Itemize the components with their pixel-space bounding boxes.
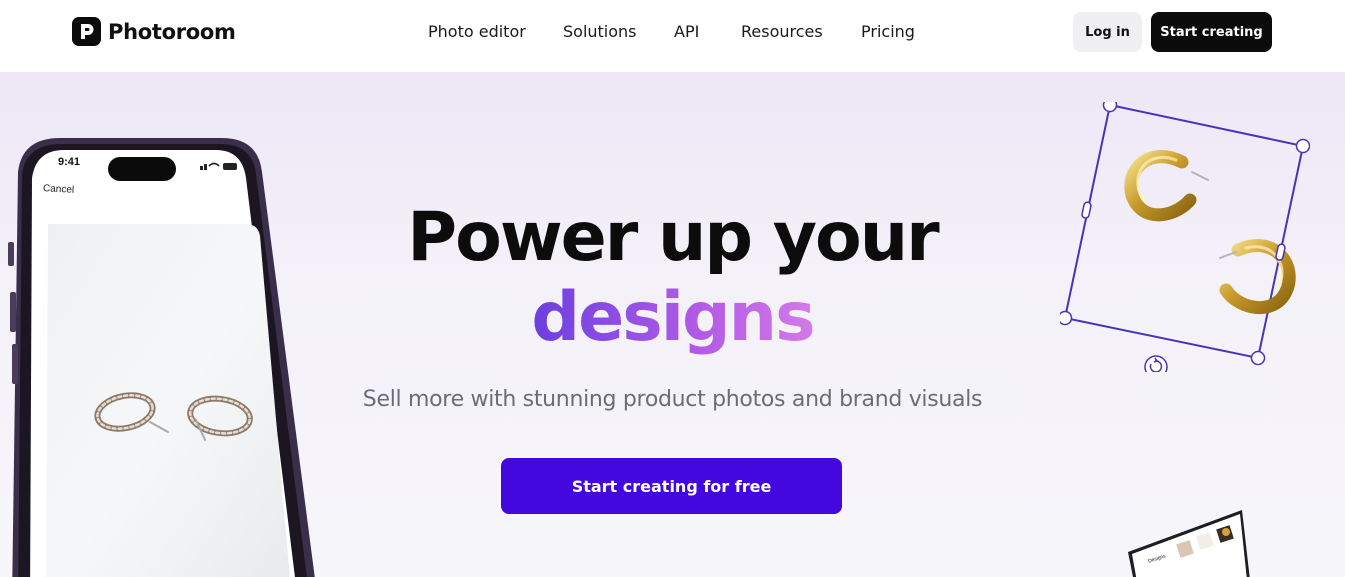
earring-edit-frame[interactable]	[1057, 97, 1311, 379]
start-creating-button[interactable]: Start creating	[1151, 12, 1272, 52]
start-creating-for-free-button[interactable]: Start creating for free	[501, 458, 842, 514]
menu-item-pricing[interactable]: Pricing	[861, 22, 915, 41]
hero-title-gradient-word: designs	[531, 278, 815, 357]
top-navigation: Photoroom Photo editor Solutions API Res…	[0, 0, 1345, 72]
phone-status-time: 9:41	[58, 156, 81, 168]
brand-logo[interactable]: Photoroom	[72, 17, 236, 46]
menu-item-solutions[interactable]: Solutions	[563, 22, 637, 41]
brand-name: Photoroom	[108, 19, 236, 44]
menu-item-api[interactable]: API	[674, 22, 699, 41]
menu-item-resources[interactable]: Resources	[741, 22, 823, 41]
hero-section: 9:41 Cancel Power up your designs Sell m…	[0, 72, 1345, 577]
phone-mockup: 9:41 Cancel	[0, 132, 330, 577]
rotate-icon	[1144, 355, 1168, 379]
login-button[interactable]: Log in	[1073, 12, 1142, 52]
phone-cancel-button[interactable]: Cancel	[43, 183, 75, 196]
menu-item-photo-editor[interactable]: Photo editor	[428, 22, 526, 41]
photoroom-logo-icon	[72, 17, 101, 46]
hero-subtitle: Sell more with stunning product photos a…	[362, 387, 983, 412]
laptop-mockup: Designs	[1118, 502, 1258, 577]
